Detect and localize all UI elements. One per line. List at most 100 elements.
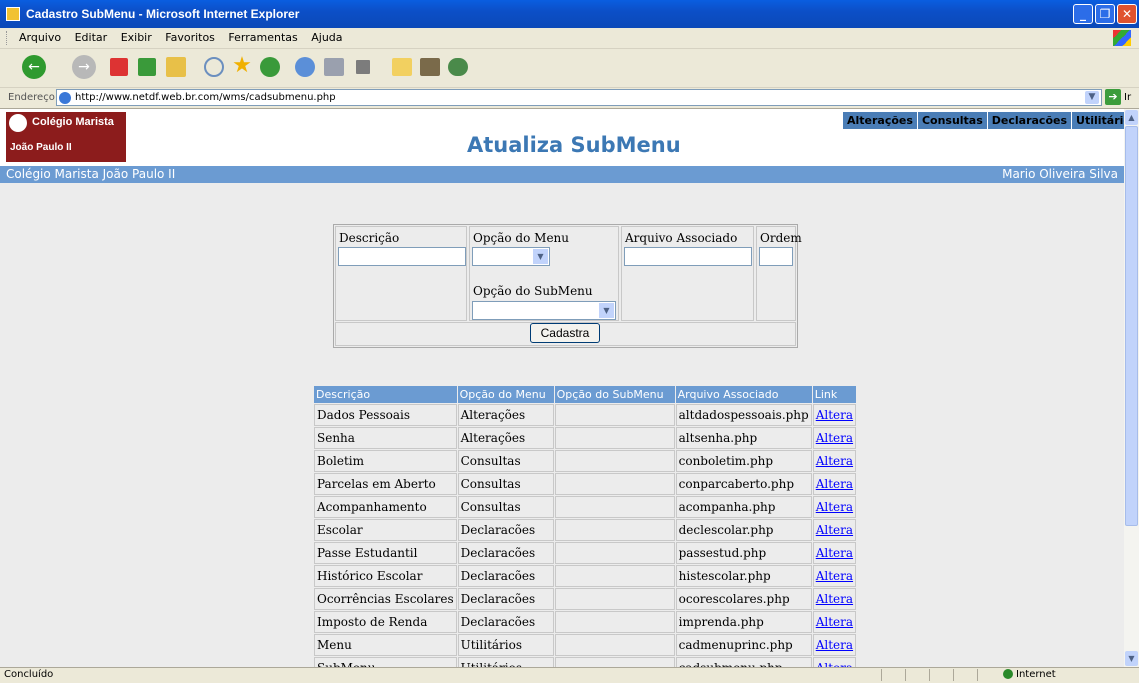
altera-link[interactable]: Altera — [816, 546, 853, 560]
page-title: Atualiza SubMenu — [467, 133, 681, 157]
scroll-up-icon[interactable]: ▲ — [1125, 110, 1138, 125]
link-cell: Altera — [812, 634, 857, 656]
folder-icon[interactable] — [392, 58, 412, 76]
minimize-button[interactable]: _ — [1073, 4, 1093, 24]
table-cell: Imposto de Renda — [314, 611, 457, 633]
opcao-menu-select[interactable]: ▼ — [472, 247, 550, 266]
school-logo: Colégio Marista João Paulo II — [6, 112, 126, 162]
altera-link[interactable]: Altera — [816, 454, 853, 468]
page-icon — [59, 92, 71, 104]
table-cell — [554, 611, 675, 633]
logo-text-2: João Paulo II — [10, 142, 72, 153]
ordem-label: Ordem — [760, 231, 802, 245]
table-cell: Dados Pessoais — [314, 404, 457, 426]
link-cell: Altera — [812, 496, 857, 518]
go-icon[interactable]: ➔ — [1105, 89, 1121, 105]
altera-link[interactable]: Altera — [816, 638, 853, 652]
nav-consultas[interactable]: Consultas — [918, 112, 988, 129]
back-icon[interactable]: ← — [22, 55, 46, 79]
nav-utilitarios[interactable]: Utilitários — [1072, 112, 1124, 129]
table-row: Menu Utilitários cadmenuprinc.php Altera — [314, 634, 857, 656]
opcao-menu-label: Opção do Menu — [473, 231, 569, 245]
altera-link[interactable]: Altera — [816, 523, 853, 537]
address-input[interactable]: http://www.netdf.web.br.com/wms/cadsubme… — [56, 89, 1102, 106]
opcao-submenu-select[interactable]: ▼ — [472, 301, 616, 320]
altera-link[interactable]: Altera — [816, 500, 853, 514]
table-row: Senha Alterações altsenha.php Altera — [314, 427, 857, 449]
mail-icon[interactable] — [295, 57, 315, 77]
favorites-icon[interactable]: ★ — [230, 55, 254, 79]
close-button[interactable]: ✕ — [1117, 4, 1137, 24]
research-icon[interactable] — [420, 58, 440, 76]
chevron-down-icon: ▼ — [599, 303, 614, 318]
altera-link[interactable]: Altera — [816, 408, 853, 422]
table-row: Escolar Declaracões declescolar.php Altera — [314, 519, 857, 541]
window-title: Cadastro SubMenu - Microsoft Internet Ex… — [26, 7, 300, 21]
scroll-down-icon[interactable]: ▼ — [1125, 651, 1138, 666]
status-text: Concluído — [4, 669, 54, 680]
table-cell: Utilitários — [457, 657, 554, 667]
edit-icon[interactable] — [356, 60, 370, 74]
nav-declaracoes[interactable]: Declaracões — [988, 112, 1073, 129]
arquivo-label: Arquivo Associado — [625, 231, 738, 245]
address-dropdown-icon[interactable]: ▼ — [1085, 91, 1099, 104]
altera-link[interactable]: Altera — [816, 569, 853, 583]
arquivo-cell: Arquivo Associado — [621, 226, 754, 321]
menu-editar[interactable]: Editar — [70, 28, 113, 47]
opcao-cell: Opção do Menu ▼ Opção do SubMenu ▼ — [469, 226, 619, 321]
home-icon[interactable] — [166, 57, 186, 77]
table-row: Parcelas em Aberto Consultas conparcaberto… — [314, 473, 857, 495]
nav-alteracoes[interactable]: Alterações — [843, 112, 918, 129]
refresh-icon[interactable] — [138, 58, 156, 76]
forward-icon[interactable]: → — [72, 55, 96, 79]
search-icon[interactable] — [204, 57, 224, 77]
status-segment — [977, 669, 1000, 681]
link-cell: Altera — [812, 588, 857, 610]
altera-link[interactable]: Altera — [816, 592, 853, 606]
table-cell: conboletim.php — [675, 450, 812, 472]
windows-logo-icon — [1113, 30, 1131, 46]
table-row: Passe Estudantil Declaracões passestud.php… — [314, 542, 857, 564]
print-icon[interactable] — [324, 58, 344, 76]
link-cell: Altera — [812, 450, 857, 472]
go-label[interactable]: Ir — [1124, 92, 1131, 103]
table-cell: altsenha.php — [675, 427, 812, 449]
maximize-button[interactable]: ❐ — [1095, 4, 1115, 24]
school-name: Colégio Marista João Paulo II — [6, 167, 176, 181]
menu-ferramentas[interactable]: Ferramentas — [223, 28, 302, 47]
page-viewport: Colégio Marista João Paulo II Atualiza S… — [0, 109, 1124, 667]
menu-arquivo[interactable]: Arquivo — [14, 28, 66, 47]
arquivo-input[interactable] — [624, 247, 752, 266]
menu-exibir[interactable]: Exibir — [116, 28, 157, 47]
table-cell: acompanha.php — [675, 496, 812, 518]
table-cell: conparcaberto.php — [675, 473, 812, 495]
table-cell — [554, 427, 675, 449]
menubar-grip — [6, 31, 9, 45]
menu-ajuda[interactable]: Ajuda — [306, 28, 347, 47]
descricao-label: Descrição — [339, 231, 400, 245]
menu-favoritos[interactable]: Favoritos — [160, 28, 220, 47]
ordem-input[interactable] — [759, 247, 793, 266]
col-link: Link — [812, 386, 857, 403]
table-cell — [554, 404, 675, 426]
stop-icon[interactable] — [110, 58, 128, 76]
altera-link[interactable]: Altera — [816, 615, 853, 629]
table-cell — [554, 450, 675, 472]
table-cell — [554, 565, 675, 587]
cadastra-button[interactable]: Cadastra — [530, 323, 600, 343]
link-cell: Altera — [812, 611, 857, 633]
col-opcao-submenu: Opção do SubMenu — [554, 386, 675, 403]
altera-link[interactable]: Altera — [816, 431, 853, 445]
vertical-scrollbar[interactable]: ▲ ▼ — [1124, 109, 1139, 667]
history-icon[interactable] — [260, 57, 280, 77]
descricao-input[interactable] — [338, 247, 466, 266]
table-cell: Alterações — [457, 404, 554, 426]
link-cell: Altera — [812, 404, 857, 426]
status-segment — [905, 669, 928, 681]
altera-link[interactable]: Altera — [816, 477, 853, 491]
messenger-icon[interactable] — [448, 58, 468, 76]
table-row: Ocorrências Escolares Declaracões ocoresco… — [314, 588, 857, 610]
scroll-thumb[interactable] — [1125, 126, 1138, 526]
table-cell: Senha — [314, 427, 457, 449]
link-cell: Altera — [812, 657, 857, 667]
